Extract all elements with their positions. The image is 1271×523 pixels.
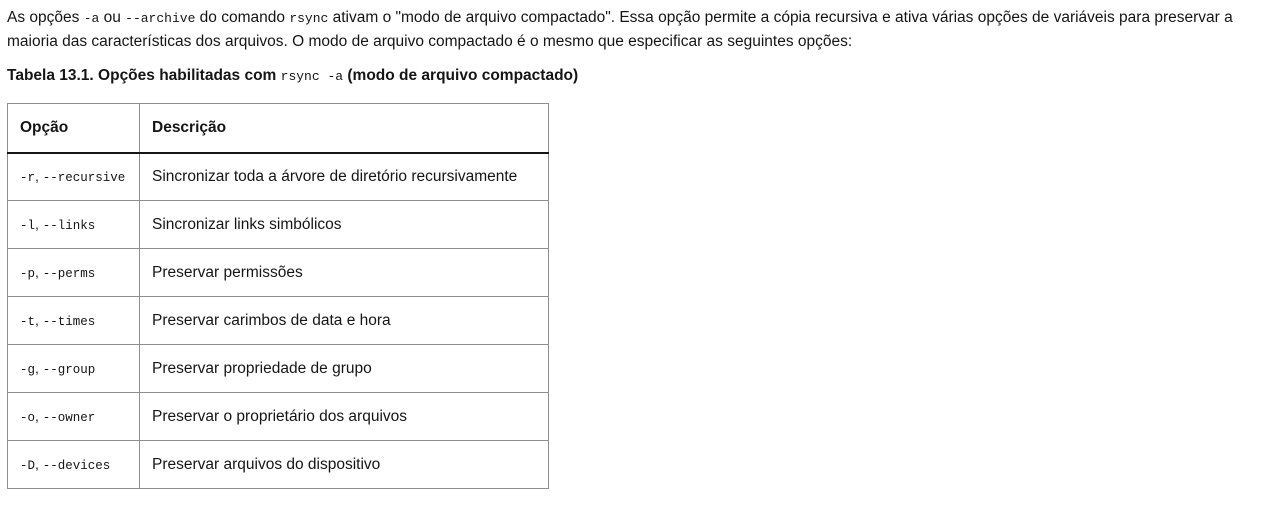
description-cell: Preservar propriedade de grupo [139, 344, 549, 393]
caption-text: Tabela 13.1. Opções habilitadas com [7, 67, 281, 84]
short-option: -p [20, 266, 36, 281]
option-separator: , [35, 359, 43, 376]
long-option: --recursive [42, 170, 126, 185]
long-option: --owner [42, 410, 96, 425]
short-option: -r [20, 170, 36, 185]
option-cell: -D, --devices [7, 440, 140, 489]
options-table: Opção Descrição -r, --recursive Sincroniz… [7, 103, 549, 489]
option-cell: -l, --links [7, 200, 140, 249]
inline-code: --archive [125, 11, 196, 26]
intro-text: ou [99, 9, 126, 26]
inline-code: -a [83, 11, 100, 26]
option-separator: , [35, 407, 43, 424]
table-caption: Tabela 13.1. Opções habilitadas com rsyn… [7, 65, 1271, 88]
short-option: -t [20, 314, 36, 329]
description-cell: Sincronizar links simbólicos [139, 200, 549, 249]
inline-code: rsync [289, 11, 329, 26]
table-row: -p, --perms Preservar permissões [7, 248, 549, 297]
table-row: -D, --devices Preservar arquivos do dispo… [7, 440, 549, 489]
long-option: --group [42, 362, 96, 377]
table-row: -r, --recursive Sincronizar toda a árvore… [7, 152, 549, 201]
short-option: -o [20, 410, 36, 425]
option-cell: -o, --owner [7, 392, 140, 441]
intro-text: As opções [7, 9, 84, 26]
short-option: -g [20, 362, 36, 377]
description-cell: Preservar o proprietário dos arquivos [139, 392, 549, 441]
description-cell: Sincronizar toda a árvore de diretório r… [139, 152, 549, 201]
option-separator: , [35, 263, 43, 280]
caption-code: rsync -a [280, 69, 344, 84]
description-cell: Preservar arquivos do dispositivo [139, 440, 549, 489]
long-option: --perms [42, 266, 96, 281]
option-separator: , [35, 215, 43, 232]
description-cell: Preservar carimbos de data e hora [139, 296, 549, 345]
option-cell: -t, --times [7, 296, 140, 345]
header-option: Opção [7, 103, 140, 154]
option-separator: , [35, 167, 43, 184]
description-cell: Preservar permissões [139, 248, 549, 297]
short-option: -D [20, 458, 36, 473]
option-cell: -p, --perms [7, 248, 140, 297]
option-separator: , [35, 311, 43, 328]
table-body: -r, --recursive Sincronizar toda a árvore… [7, 152, 549, 489]
option-cell: -r, --recursive [7, 152, 140, 201]
short-option: -l [20, 218, 36, 233]
option-separator: , [35, 455, 43, 472]
header-description: Descrição [139, 103, 549, 154]
table-row: -o, --owner Preservar o proprietário dos … [7, 392, 549, 441]
long-option: --times [42, 314, 96, 329]
intro-text: do comando [195, 9, 290, 26]
long-option: --links [42, 218, 96, 233]
table-row: -t, --times Preservar carimbos de data e … [7, 296, 549, 345]
intro-paragraph: As opções -a ou --archive do comando rsy… [7, 6, 1265, 53]
table-row: -l, --links Sincronizar links simbólicos [7, 200, 549, 249]
caption-text: (modo de arquivo compactado) [343, 67, 579, 84]
option-cell: -g, --group [7, 344, 140, 393]
table-header-row: Opção Descrição [7, 103, 549, 154]
document-page: As opções -a ou --archive do comando rsy… [0, 0, 1271, 523]
table-row: -g, --group Preservar propriedade de grup… [7, 344, 549, 393]
long-option: --devices [42, 458, 111, 473]
